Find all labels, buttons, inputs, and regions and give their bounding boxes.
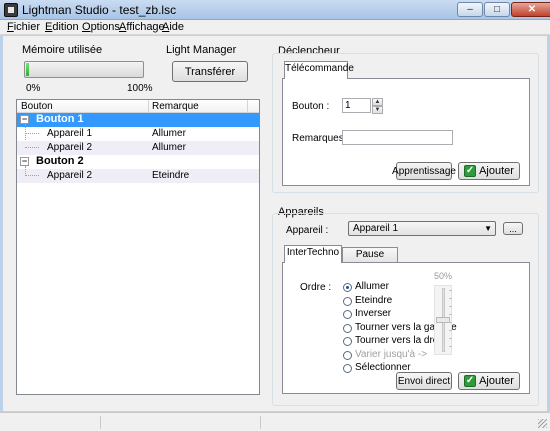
tree-row[interactable]: − Bouton 2 xyxy=(17,155,259,169)
close-button[interactable]: ✕ xyxy=(511,2,550,17)
menu-fichier[interactable]: Fichier xyxy=(7,21,40,33)
radio-1[interactable] xyxy=(343,296,352,306)
dim-slider[interactable] xyxy=(434,285,452,355)
check-icon: ✓ xyxy=(464,165,477,177)
radio-5 xyxy=(343,350,352,360)
tab-pause[interactable]: Pause xyxy=(342,247,398,263)
memory-progress-fill xyxy=(26,63,29,76)
resize-grip-icon[interactable] xyxy=(538,419,547,428)
tree-row-name: Bouton 2 xyxy=(36,155,84,167)
tree-row[interactable]: − Bouton 1 xyxy=(17,113,259,127)
collapse-icon[interactable]: − xyxy=(20,115,29,124)
button-tree[interactable]: Bouton Remarque − Bouton 1 Appareil 1 Al… xyxy=(16,99,260,395)
memory-progress-bar xyxy=(24,61,144,78)
bouton-spinner-input[interactable]: 1 xyxy=(342,98,371,113)
radio-label[interactable]: Inverser xyxy=(355,308,391,319)
radio-6[interactable] xyxy=(343,364,352,373)
radio-4[interactable] xyxy=(343,337,352,346)
menu-bar: Fichier Edition Options Affichage Aide xyxy=(0,20,550,35)
trigger-add-button[interactable]: ✓ Ajouter xyxy=(458,162,520,180)
remarques-input[interactable] xyxy=(342,130,453,145)
device-label: Appareil : xyxy=(286,225,329,236)
send-direct-button[interactable]: Envoi direct xyxy=(396,372,452,390)
radio-0[interactable] xyxy=(343,283,352,292)
tree-header: Bouton Remarque xyxy=(17,100,259,113)
device-add-label: Ajouter xyxy=(479,375,514,387)
column-bouton[interactable]: Bouton xyxy=(21,101,53,112)
menu-options[interactable]: Options xyxy=(82,21,120,33)
memory-max-label: 100% xyxy=(127,83,153,94)
chevron-down-icon: ▼ xyxy=(484,224,492,233)
memory-label: Mémoire utilisée xyxy=(22,44,103,56)
learn-button[interactable]: Apprentissage xyxy=(392,162,456,180)
radio-label[interactable]: Eteindre xyxy=(355,295,392,306)
tab-intertechno[interactable]: InterTechno xyxy=(284,245,342,263)
tree-row-remark: Eteindre xyxy=(152,170,190,181)
check-icon: ✓ xyxy=(464,375,477,387)
memory-min-label: 0% xyxy=(26,83,41,94)
bouton-label: Bouton : xyxy=(292,101,330,112)
spin-up-icon[interactable]: ▲ xyxy=(372,98,383,106)
tree-row[interactable]: Appareil 2 Allumer xyxy=(17,141,259,155)
tree-row-remark: Allumer xyxy=(152,128,186,139)
maximize-button[interactable]: □ xyxy=(484,2,510,17)
transfer-button[interactable]: Transférer xyxy=(172,61,248,82)
menu-aide[interactable]: Aide xyxy=(162,21,184,33)
tree-row-name: Appareil 1 xyxy=(47,128,93,139)
minimize-button[interactable]: – xyxy=(457,2,483,17)
menu-affichage[interactable]: Affichage xyxy=(119,21,165,33)
trigger-add-label: Ajouter xyxy=(479,165,514,177)
device-select[interactable]: Appareil 1 ▼ xyxy=(348,221,496,236)
app-icon xyxy=(4,3,18,17)
radio-2[interactable] xyxy=(343,310,352,319)
column-remarque[interactable]: Remarque xyxy=(152,101,199,112)
remarques-label: Remarques : xyxy=(292,133,350,144)
title-bar: Lightman Studio - test_zb.lsc – □ ✕ xyxy=(0,0,550,20)
tree-row-remark: Allumer xyxy=(152,142,186,153)
collapse-icon[interactable]: − xyxy=(20,157,29,166)
tree-row[interactable]: Appareil 2 Eteindre xyxy=(17,166,259,183)
device-add-button[interactable]: ✓ Ajouter xyxy=(458,372,520,390)
radio-3[interactable] xyxy=(343,323,352,333)
window-title: Lightman Studio - test_zb.lsc xyxy=(22,3,177,17)
tree-row[interactable]: Appareil 1 Allumer xyxy=(17,124,259,154)
order-label: Ordre : xyxy=(300,282,332,293)
radio-label[interactable]: Allumer xyxy=(355,281,389,292)
radio-selected-dot xyxy=(346,286,349,289)
light-manager-label: Light Manager xyxy=(166,44,237,56)
radio-label: Varier jusqu'à -> xyxy=(355,348,428,360)
status-bar xyxy=(0,412,550,431)
slider-thumb[interactable] xyxy=(436,317,450,323)
tab-telecommande[interactable]: Télécommande xyxy=(284,61,354,79)
tree-row-name: Appareil 2 xyxy=(47,170,93,181)
device-select-value: Appareil 1 xyxy=(353,223,399,234)
menu-edition[interactable]: Edition xyxy=(45,21,79,33)
tree-row-name: Bouton 1 xyxy=(36,113,84,125)
spin-down-icon[interactable]: ▼ xyxy=(372,106,383,114)
tree-row-name: Appareil 2 xyxy=(47,142,93,153)
slider-value-label: 50% xyxy=(434,271,453,281)
browse-button[interactable]: ... xyxy=(503,222,523,235)
